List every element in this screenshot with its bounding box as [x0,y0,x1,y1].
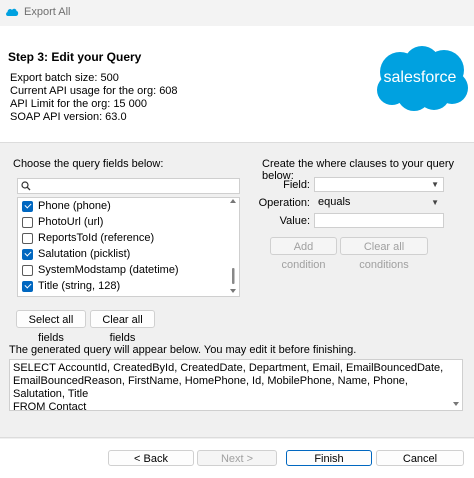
clear-all-fields-button[interactable]: Clear all fields [90,310,155,344]
window-title: Export All [24,6,71,18]
query-hint: The generated query will appear below. Y… [9,344,357,356]
operation-label: Operation: [258,197,310,209]
back-button[interactable]: < Back [108,450,194,466]
field-checkbox[interactable] [22,216,33,228]
salesforce-logo: salesforce [377,46,468,111]
info-batch-size: Export batch size: 500 [10,72,119,84]
field-item-label: Salutation (picklist) [38,248,131,260]
field-list-scrollbar[interactable] [229,198,237,294]
list-item[interactable]: Title (string, 128) [22,278,120,294]
field-checkbox[interactable] [22,232,33,244]
scrollbar-thumb [232,268,235,284]
add-condition-button[interactable]: Add condition [270,237,337,271]
clear-all-conditions-button[interactable]: Clear all conditions [340,237,428,271]
field-label: Field: [283,179,310,191]
list-item[interactable]: Phone (phone) [22,198,111,214]
list-item[interactable]: ReportsToId (reference) [22,230,154,246]
title-bar [0,0,474,26]
field-checkbox[interactable] [22,280,33,292]
field-item-label: Title (string, 128) [38,280,121,292]
cancel-button[interactable]: Cancel [376,450,464,466]
info-soap-version: SOAP API version: 63.0 [10,111,127,123]
salesforce-cloud-icon [6,8,19,16]
chevron-down-icon: ▼ [431,180,439,189]
chevron-down-icon: ▼ [431,198,439,207]
info-api-usage: Current API usage for the org: 608 [10,85,178,97]
value-label: Value: [279,215,310,227]
field-search-input[interactable] [17,178,240,194]
field-checkbox[interactable] [22,248,33,260]
query-textarea[interactable]: SELECT AccountId, CreatedById, CreatedDa… [9,359,463,413]
field-item-label: SystemModstamp (datetime) [38,264,179,276]
fields-panel-label: Choose the query fields below: [13,158,164,170]
finish-button[interactable]: Finish [286,450,372,466]
query-scroll-down-icon[interactable] [452,398,460,408]
logo-text: salesforce [384,69,457,86]
list-item[interactable]: PhotoUrl (url) [22,214,103,230]
field-select[interactable]: ▼ [314,177,444,192]
next-button[interactable]: Next > [197,450,277,466]
field-checkbox[interactable] [22,200,33,212]
field-checkbox[interactable] [22,264,33,276]
info-api-limit: API Limit for the org: 15 000 [10,98,147,110]
field-list[interactable]: Phone (phone) PhotoUrl (url) ReportsToId… [17,197,240,297]
footer-divider [0,437,474,438]
field-item-label: PhotoUrl (url) [38,216,104,228]
list-item[interactable]: Salutation (picklist) [22,246,130,262]
step-title: Step 3: Edit your Query [8,50,142,64]
field-item-label: ReportsToId (reference) [38,232,155,244]
value-input[interactable] [314,213,444,228]
select-all-fields-button[interactable]: Select all fields [16,310,86,344]
field-item-label: Phone (phone) [38,200,111,212]
list-item[interactable]: SystemModstamp (datetime) [22,262,179,278]
operation-select[interactable]: equals ▼ [314,195,444,210]
operation-select-value: equals [318,196,351,208]
search-icon [21,181,31,191]
